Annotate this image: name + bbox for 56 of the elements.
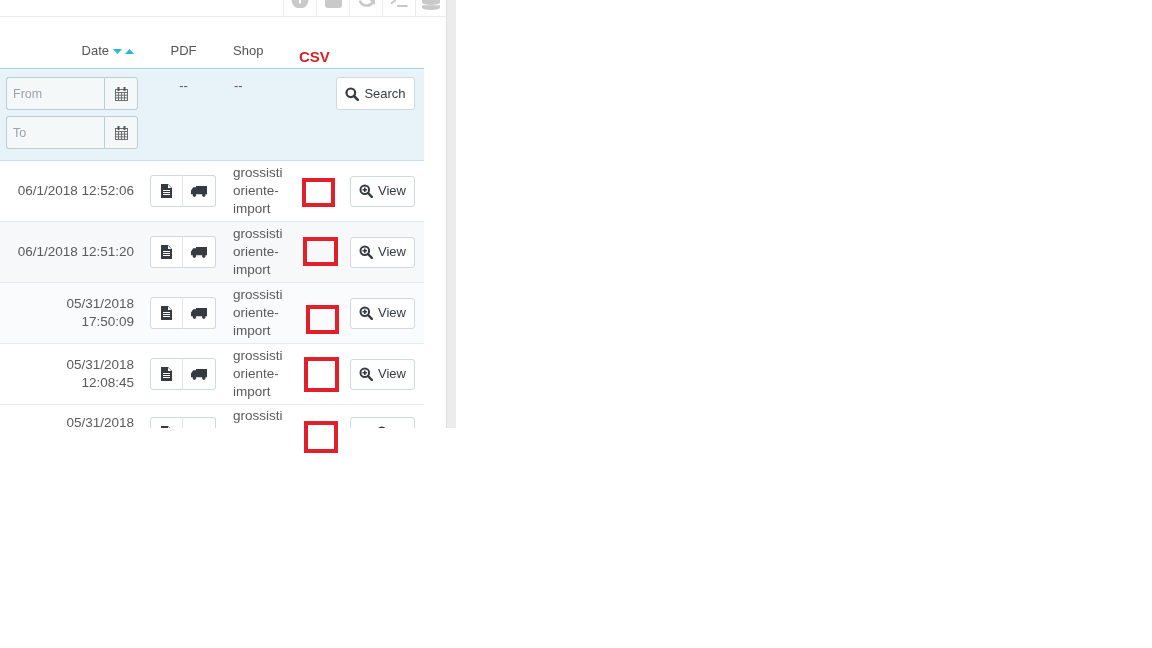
order-date: 05/31/2018 17:50:09 xyxy=(65,295,134,331)
shop-name: grossisti oriente-import xyxy=(233,286,284,340)
terminal-icon xyxy=(390,0,408,7)
zoom-in-icon xyxy=(359,245,373,259)
document-icon xyxy=(161,184,172,198)
calendar-icon xyxy=(114,86,128,101)
calendar-button[interactable] xyxy=(104,77,138,110)
delivery-slip-button[interactable] xyxy=(182,175,216,207)
view-button[interactable]: View xyxy=(350,175,415,207)
shop-name: grossisti xyxy=(233,407,283,425)
annotation-square xyxy=(304,421,338,453)
shop-name: grossisti oriente-import xyxy=(233,225,284,279)
order-date: 05/31/2018 xyxy=(66,414,134,428)
search-icon xyxy=(345,86,360,101)
delivery-slip-button[interactable] xyxy=(182,297,216,329)
database-icon xyxy=(422,0,440,10)
shop-name: grossisti oriente-import xyxy=(233,347,284,401)
document-icon xyxy=(161,245,172,259)
invoice-button[interactable] xyxy=(150,236,183,268)
zoom-in-icon xyxy=(359,306,373,320)
annotation-square xyxy=(306,305,339,334)
calendar-icon xyxy=(114,125,128,140)
column-header: Shop xyxy=(233,42,264,60)
truck-icon xyxy=(191,185,207,197)
view-button[interactable]: View xyxy=(350,358,415,390)
truck-icon xyxy=(191,368,207,380)
invoice-button[interactable] xyxy=(150,297,183,329)
annotation-square xyxy=(302,178,335,207)
annotation-label: CSV xyxy=(299,47,330,67)
zoom-in-icon xyxy=(359,184,373,198)
column-header: PDF xyxy=(170,42,197,60)
document-icon xyxy=(161,306,172,320)
delivery-slip-button[interactable] xyxy=(182,358,216,390)
view-button[interactable]: View xyxy=(350,297,415,329)
refresh-icon xyxy=(357,0,375,8)
empty-filter-text: -- xyxy=(234,77,243,95)
order-date: 06/1/2018 12:52:06 xyxy=(17,182,134,200)
empty-filter-text: -- xyxy=(179,77,188,95)
scrollbar[interactable] xyxy=(446,0,456,428)
truck-icon xyxy=(191,307,207,319)
delivery-slip-button[interactable] xyxy=(182,236,216,268)
order-date: 06/1/2018 12:51:20 xyxy=(17,243,134,261)
search-button[interactable]: Search xyxy=(336,77,415,110)
view-button[interactable]: View xyxy=(350,236,415,268)
calendar-button[interactable] xyxy=(104,116,138,149)
annotation-square xyxy=(303,237,338,266)
annotation-square xyxy=(304,357,339,392)
order-date: 05/31/2018 12:08:45 xyxy=(65,356,134,392)
date-to-field[interactable]: To xyxy=(6,116,104,149)
zoom-in-icon xyxy=(359,367,373,381)
invoice-button[interactable] xyxy=(150,358,183,390)
invoice-button[interactable] xyxy=(150,175,183,207)
document-icon xyxy=(161,367,172,381)
truck-icon xyxy=(191,246,207,258)
shop-name: grossisti oriente-import xyxy=(233,164,284,218)
date-from-field[interactable]: From xyxy=(6,77,104,110)
